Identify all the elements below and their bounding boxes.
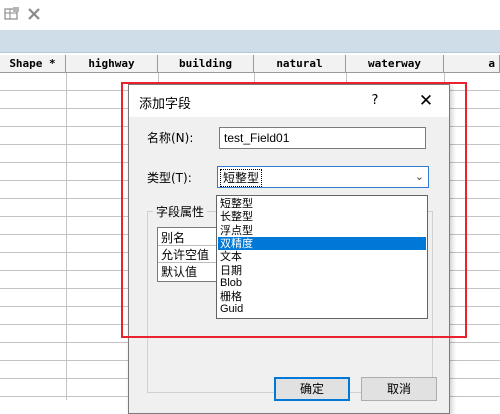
name-input[interactable]: test_Field01 (219, 127, 426, 149)
dropdown-option[interactable]: 浮点型 (218, 224, 426, 237)
column-header[interactable]: building (158, 55, 254, 73)
column-header[interactable]: a (444, 55, 500, 73)
column-header[interactable]: highway (66, 55, 158, 73)
name-label: 名称(N): (147, 131, 194, 145)
dropdown-option[interactable]: 文本 (218, 250, 426, 263)
chevron-down-icon[interactable]: ⌄ (415, 168, 424, 186)
property-default-value[interactable]: 默认值 (161, 263, 197, 280)
column-header[interactable]: natural (254, 55, 346, 73)
dialog-title: 添加字段 (139, 97, 192, 112)
toolbar (0, 0, 500, 30)
type-dropdown-list: 短整型 长整型 浮点型 双精度 文本 日期 Blob 栅格 Guid (216, 195, 428, 319)
table-icon[interactable] (4, 6, 20, 22)
property-alias[interactable]: 别名 (161, 229, 185, 246)
grid-title-band (0, 30, 500, 53)
cancel-button[interactable]: 取消 (361, 377, 437, 401)
dropdown-option[interactable]: 栅格 (218, 290, 426, 303)
property-allow-null[interactable]: 允许空值 (161, 246, 209, 263)
grid-header: Shape * highway building natural waterwa… (0, 55, 500, 73)
column-divider (66, 73, 67, 400)
field-properties-label: 字段属性 (153, 203, 208, 220)
dropdown-option[interactable]: 日期 (218, 264, 426, 277)
close-button[interactable]: ✕ (415, 90, 437, 112)
type-label: 类型(T): (147, 171, 192, 185)
type-select-value: 短整型 (220, 169, 263, 187)
dropdown-option[interactable]: Guid (218, 303, 426, 316)
dropdown-option[interactable]: 长整型 (218, 210, 426, 223)
column-header[interactable]: waterway (346, 55, 444, 73)
dialog-titlebar: 添加字段 ? ✕ (129, 85, 449, 117)
column-header[interactable]: Shape * (0, 55, 66, 73)
type-select[interactable]: 短整型 ⌄ (217, 166, 429, 188)
ok-button[interactable]: 确定 (274, 377, 350, 401)
dropdown-option[interactable]: 短整型 (218, 197, 426, 210)
dropdown-option[interactable]: Blob (218, 277, 426, 290)
dropdown-option-selected[interactable]: 双精度 (218, 236, 426, 251)
help-button[interactable]: ? (366, 92, 384, 110)
close-icon[interactable] (26, 6, 42, 22)
